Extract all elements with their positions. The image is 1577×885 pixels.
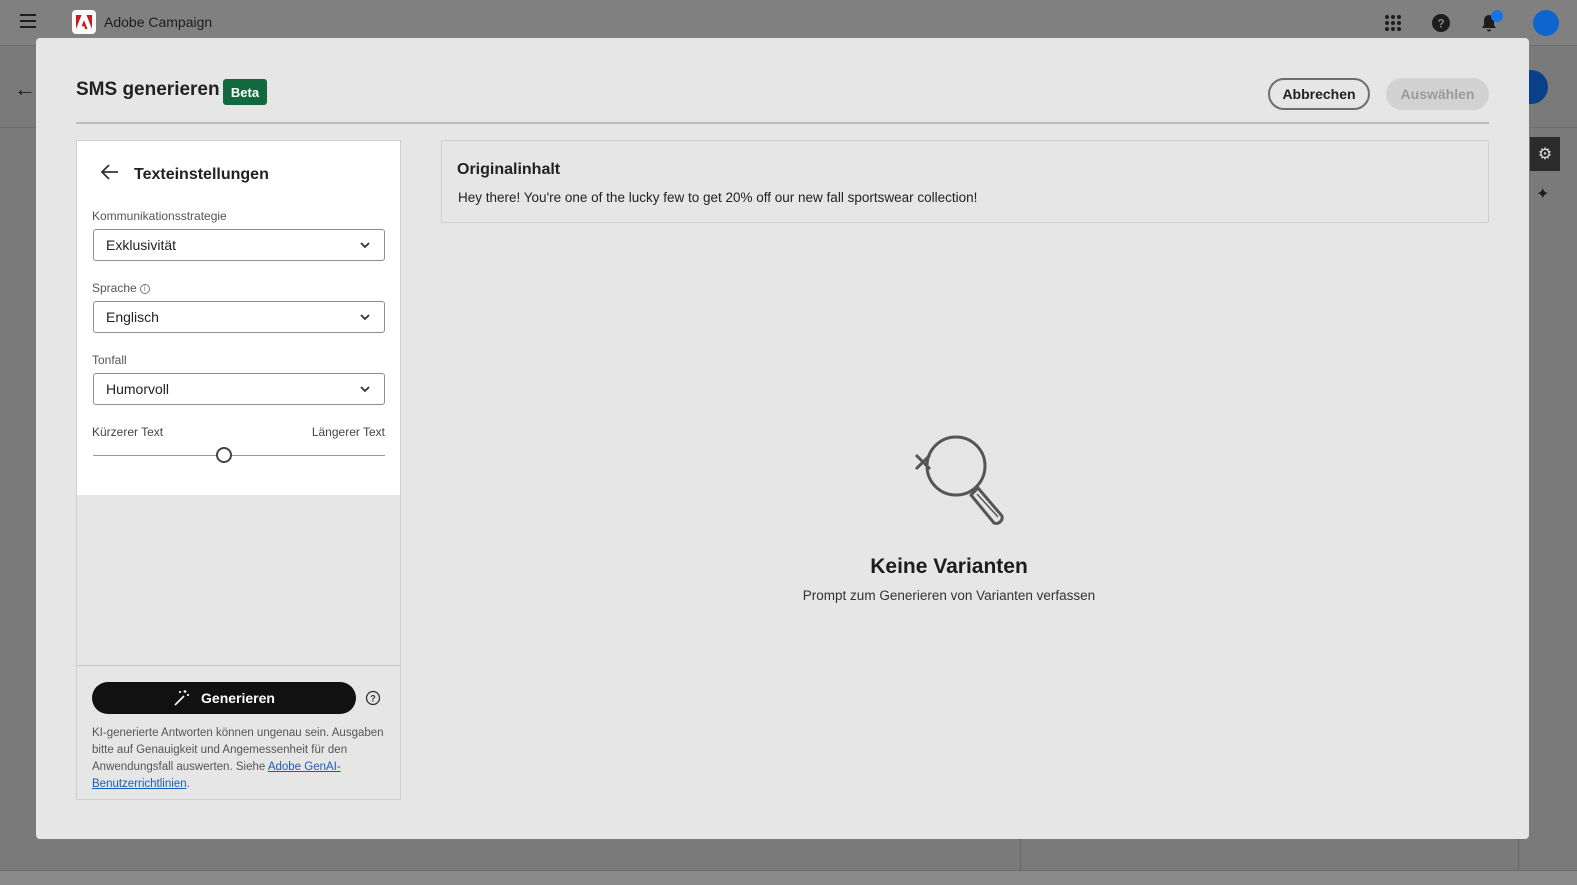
language-label: Sprache <box>92 281 137 295</box>
generate-label: Generieren <box>201 690 275 706</box>
hamburger-menu-icon[interactable] <box>20 14 36 28</box>
shorter-text-label: Kürzerer Text <box>92 425 164 439</box>
chevron-down-icon <box>360 386 370 393</box>
empty-state-title: Keine Varianten <box>870 555 1028 578</box>
longer-text-label: Längerer Text <box>311 425 385 439</box>
adobe-logo-icon[interactable] <box>72 10 96 34</box>
footer-divider <box>77 665 400 666</box>
notification-dot <box>1491 10 1503 22</box>
language-dropdown[interactable]: Englisch <box>93 301 385 333</box>
disclaimer-end: . <box>186 778 190 790</box>
help-icon[interactable]: ? <box>1430 12 1452 34</box>
settings-card: Texteinstellungen Kommunikationsstrategi… <box>77 141 400 495</box>
help-circle-icon[interactable]: ? <box>365 690 381 706</box>
background-footer <box>0 870 1577 885</box>
background-divider <box>1020 838 1021 870</box>
select-button[interactable]: Auswählen <box>1386 78 1489 110</box>
cancel-button[interactable]: Abbrechen <box>1268 78 1370 110</box>
pin-icon[interactable]: ✦ <box>1536 184 1549 204</box>
settings-gear-icon[interactable]: ⚙ <box>1530 137 1560 171</box>
strategy-label: Kommunikationsstrategie <box>92 209 227 223</box>
svg-text:?: ? <box>370 694 376 704</box>
tone-value: Humorvoll <box>106 381 170 397</box>
dialog-title: SMS generieren <box>76 79 220 100</box>
back-arrow-icon[interactable] <box>99 161 121 183</box>
strategy-dropdown[interactable]: Exklusivität <box>93 229 385 261</box>
header-divider <box>76 122 1489 124</box>
tone-dropdown[interactable]: Humorvoll <box>93 373 385 405</box>
background-divider <box>1518 838 1519 870</box>
info-icon[interactable]: i <box>139 284 150 294</box>
no-results-search-icon <box>914 435 1004 525</box>
empty-state-subtitle: Prompt zum Generieren von Varianten verf… <box>802 588 1096 603</box>
svg-text:?: ? <box>1437 17 1444 31</box>
original-content-title: Originalinhalt <box>457 161 561 178</box>
length-slider-track[interactable] <box>93 455 385 456</box>
magic-wand-icon <box>174 690 190 706</box>
avatar[interactable] <box>1533 10 1559 36</box>
chevron-down-icon <box>360 314 370 321</box>
ai-disclaimer: KI-generierte Antworten können ungenau s… <box>92 725 392 793</box>
apps-grid-icon[interactable] <box>1382 12 1404 34</box>
text-settings-panel: Texteinstellungen Kommunikationsstrategi… <box>76 140 401 800</box>
beta-badge: Beta <box>223 79 267 105</box>
tone-label: Tonfall <box>92 353 127 367</box>
page-back-arrow-icon[interactable]: ← <box>14 76 36 102</box>
strategy-value: Exklusivität <box>106 237 177 253</box>
generate-sms-dialog: SMS generieren Beta Abbrechen Auswählen … <box>36 38 1529 839</box>
original-content-text: Hey there! You're one of the lucky few t… <box>458 190 978 205</box>
original-content-card: Originalinhalt Hey there! You're one of … <box>441 140 1489 223</box>
settings-title: Texteinstellungen <box>134 166 269 183</box>
length-slider-thumb[interactable] <box>216 447 233 463</box>
language-label-row: Sprache i <box>92 281 150 295</box>
generate-button[interactable]: Generieren <box>92 682 356 714</box>
chevron-down-icon <box>360 242 370 249</box>
app-name[interactable]: Adobe Campaign <box>104 14 212 30</box>
language-value: Englisch <box>106 309 159 325</box>
